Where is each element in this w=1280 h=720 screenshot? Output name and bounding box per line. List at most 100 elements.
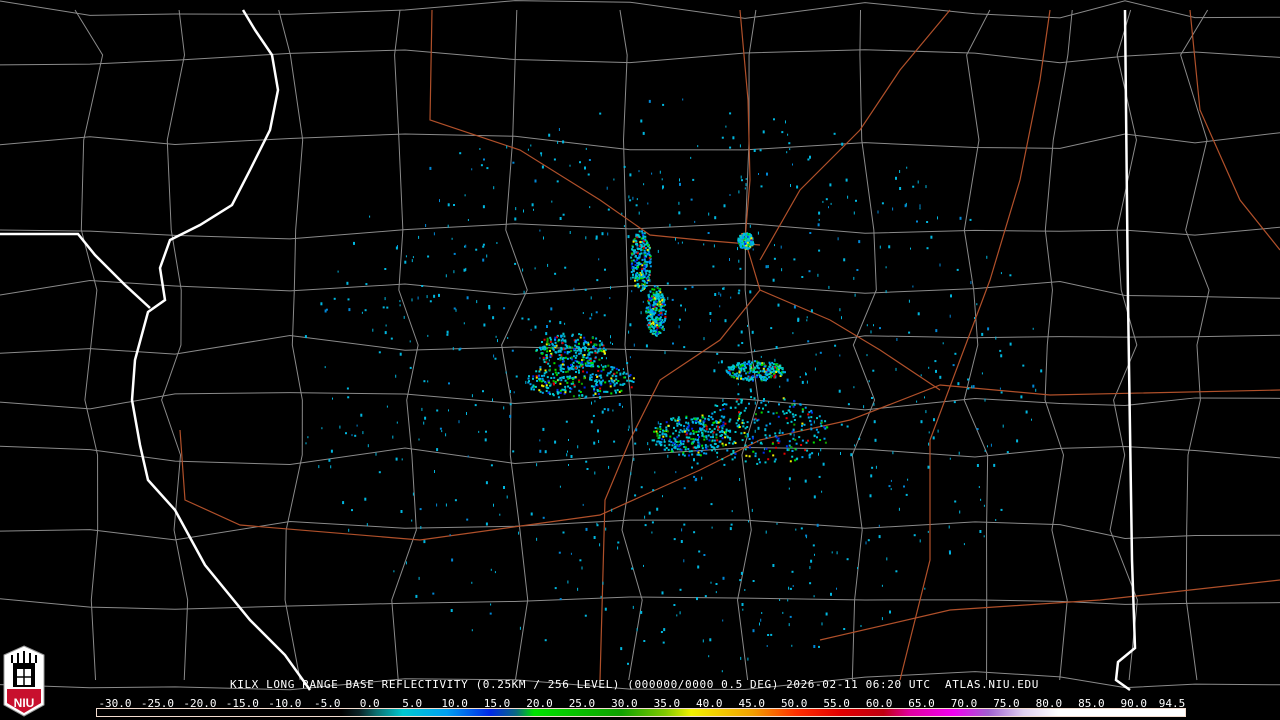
- echo-pixel: [747, 233, 750, 236]
- echo-pixel: [632, 269, 635, 272]
- echo-pixel: [1031, 418, 1032, 421]
- echo-pixel: [576, 360, 579, 363]
- echo-pixel: [711, 449, 713, 452]
- echo-pixel: [486, 167, 489, 170]
- echo-pixel: [907, 478, 909, 481]
- echo-pixel: [660, 293, 663, 296]
- county-line: [0, 49, 1280, 66]
- county-line: [0, 445, 1280, 465]
- echo-pixel: [659, 444, 662, 447]
- echo-pixel: [330, 465, 332, 469]
- echo-pixel: [703, 438, 706, 441]
- echo-pixel: [718, 440, 721, 443]
- echo-pixel: [346, 281, 349, 285]
- echo-pixel: [627, 662, 629, 665]
- echo-pixel: [710, 445, 713, 448]
- echo-pixel: [736, 398, 739, 401]
- echo-pixel: [687, 440, 690, 443]
- echo-pixel: [866, 324, 868, 327]
- echo-pixel: [937, 216, 938, 220]
- echo-pixel: [569, 375, 571, 378]
- echo-pixel: [721, 404, 724, 406]
- echo-pixel: [682, 451, 685, 454]
- echo-pixel: [774, 244, 775, 247]
- echo-pixel: [843, 628, 846, 630]
- echo-pixel: [557, 339, 560, 342]
- echo-pixel: [578, 361, 581, 364]
- echo-pixel: [429, 300, 432, 303]
- echo-pixel: [602, 347, 605, 350]
- echo-pixel: [604, 381, 607, 384]
- echo-pixel: [745, 183, 747, 187]
- echo-pixel: [585, 357, 588, 359]
- echo-pixel: [688, 436, 691, 439]
- echo-pixel: [671, 298, 674, 301]
- echo-pixel: [774, 358, 776, 362]
- echo-pixel: [644, 235, 647, 238]
- echo-pixel: [623, 371, 626, 374]
- echo-pixel: [779, 372, 782, 375]
- echo-pixel: [578, 333, 581, 336]
- echo-pixel: [788, 487, 790, 490]
- echo-pixel: [793, 258, 796, 261]
- echo-pixel: [855, 199, 857, 202]
- echo-pixel: [972, 385, 975, 389]
- echo-pixel: [701, 447, 704, 450]
- echo-pixel: [871, 466, 874, 469]
- echo-pixel: [448, 382, 450, 385]
- echo-pixel: [757, 361, 760, 364]
- echo-pixel: [850, 453, 853, 457]
- echo-pixel: [837, 237, 839, 241]
- echo-pixel: [684, 308, 686, 312]
- echo-pixel: [748, 247, 751, 250]
- echo-pixel: [725, 403, 728, 406]
- echo-pixel: [756, 419, 759, 422]
- echo-pixel: [466, 412, 467, 415]
- echo-pixel: [762, 451, 765, 454]
- echo-pixel: [648, 307, 651, 310]
- echo-pixel: [682, 453, 684, 456]
- echo-pixel: [733, 373, 736, 376]
- echo-pixel: [596, 365, 599, 368]
- echo-pixel: [774, 458, 777, 461]
- echo-pixel: [608, 372, 611, 375]
- echo-pixel: [812, 441, 815, 444]
- echo-pixel: [928, 431, 930, 434]
- echo-pixel: [670, 417, 673, 420]
- echo-pixel: [541, 384, 543, 387]
- echo-pixel: [715, 583, 718, 585]
- echo-pixel: [459, 152, 462, 155]
- echo-pixel: [603, 390, 606, 393]
- echo-pixel: [756, 364, 759, 367]
- echo-pixel: [650, 329, 653, 332]
- echo-pixel: [395, 246, 398, 250]
- echo-pixel: [817, 431, 820, 434]
- echo-pixel: [652, 489, 655, 492]
- echo-pixel: [742, 368, 745, 370]
- echo-pixel: [564, 322, 566, 325]
- echo-pixel: [773, 257, 776, 260]
- echo-pixel: [690, 438, 693, 441]
- echo-pixel: [895, 570, 898, 573]
- echo-pixel: [701, 434, 704, 437]
- echo-pixel: [582, 356, 585, 359]
- echo-pixel: [716, 451, 719, 454]
- echo-pixel: [591, 351, 594, 354]
- echo-pixel: [913, 534, 916, 537]
- echo-pixel: [557, 140, 559, 144]
- echo-pixel: [823, 426, 826, 429]
- echo-pixel: [807, 340, 810, 343]
- echo-pixel: [714, 293, 717, 296]
- echo-pixel: [563, 335, 566, 338]
- echo-pixel: [824, 420, 827, 423]
- echo-pixel: [580, 364, 583, 367]
- echo-pixel: [471, 581, 473, 584]
- echo-pixel: [427, 255, 430, 258]
- echo-pixel: [836, 551, 838, 555]
- echo-pixel: [536, 348, 538, 351]
- echo-pixel: [687, 426, 690, 429]
- echo-pixel: [636, 272, 639, 274]
- echo-pixel: [791, 570, 794, 573]
- echo-pixel: [765, 424, 768, 427]
- echo-pixel: [786, 449, 789, 452]
